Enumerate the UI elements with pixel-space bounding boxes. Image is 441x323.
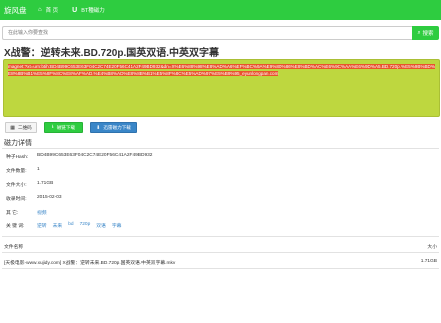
thunder-download-icon: ⬇ <box>96 124 101 131</box>
download-icon: ⭳ <box>51 123 54 130</box>
info-label: 文件数量: <box>6 169 27 174</box>
info-label: 其 它: <box>6 211 19 216</box>
nav-home[interactable]: ⌂ 首 页 <box>38 6 58 14</box>
qr-code-label: 二维码 <box>17 124 32 130</box>
file-name-header: 文件名称 <box>4 245 24 250</box>
info-label: 关 键 词: <box>6 224 25 229</box>
keyword-link[interactable]: 未来 <box>53 222 63 229</box>
category-link[interactable]: 视频 <box>37 209 47 216</box>
nav-home-label: 首 页 <box>45 8 59 14</box>
info-label: 收录时间: <box>6 197 27 202</box>
info-row-file-size: 文件大小: 1.71GB <box>6 181 53 188</box>
u-icon: U <box>72 6 78 14</box>
page-title: X战警：逆转未来.BD.720p.国英双语.中英双字幕 <box>4 48 220 59</box>
info-label: 文件大小: <box>6 183 27 188</box>
search-input[interactable] <box>2 26 412 40</box>
magnet-link-text[interactable]: magnet:?xt=urn:btih:BD4B99C653E63F04C2C7… <box>8 64 435 77</box>
site-logo[interactable]: 旋风盘 <box>4 5 34 16</box>
qr-code-icon: ▦ <box>10 124 15 131</box>
keyword-link[interactable]: 字幕 <box>112 222 122 229</box>
divider <box>2 148 439 149</box>
divider <box>2 268 439 269</box>
divider <box>2 252 439 253</box>
keyword-link[interactable]: 720p <box>80 222 91 229</box>
info-row-keywords: 关 键 词: 逆转 未来 bd 720p 双语 字幕 <box>6 222 127 229</box>
info-row-indexed-time: 收录时间: 2015-02-03 <box>6 195 62 202</box>
home-icon: ⌂ <box>38 7 42 13</box>
magnet-download-button[interactable]: ⭳ 磁链下载 <box>44 122 83 133</box>
keyword-link[interactable]: bd <box>68 222 73 229</box>
info-value: 1 <box>37 167 40 172</box>
file-size-header: 大小 <box>427 245 437 250</box>
action-buttons: ▦ 二维码 ⭳ 磁链下载 ⬇ 迅雷磁力下载 <box>5 122 144 133</box>
thunder-download-button[interactable]: ⬇ 迅雷磁力下载 <box>90 122 137 133</box>
info-row-file-count: 文件数量: 1 <box>6 167 40 174</box>
info-value: BD4B99C653E63F04C2C74E20F56C41A2F49BD932 <box>37 153 153 158</box>
nav-bt-magnet[interactable]: U BT種磁力 <box>72 6 105 15</box>
qr-code-button[interactable]: ▦ 二维码 <box>5 122 37 133</box>
search-bar: ⌕ 搜索 <box>2 26 439 40</box>
nav-bt-label: BT種磁力 <box>81 8 105 14</box>
magnet-download-label: 磁链下载 <box>56 124 76 130</box>
top-navbar: 旋风盘 ⌂ 首 页 U BT種磁力 <box>0 0 441 20</box>
info-row-hash: 种子Hash: BD4B99C653E63F04C2C74E20F56C41A2… <box>6 153 152 160</box>
keyword-link[interactable]: 逆转 <box>37 222 47 229</box>
divider <box>2 236 439 237</box>
info-label: 种子Hash: <box>6 155 29 160</box>
info-row-other: 其 它: 视频 <box>6 209 53 216</box>
keyword-link[interactable]: 双语 <box>96 222 106 229</box>
magnet-link-box[interactable]: magnet:?xt=urn:btih:BD4B99C653E63F04C2C7… <box>3 59 440 117</box>
file-row: [天极电影-www.xujidy.com] X战警：逆转未来.BD.720p.国… <box>4 259 437 266</box>
file-list-header: 文件名称 大小 <box>4 243 437 250</box>
file-name: [天极电影-www.xujidy.com] X战警：逆转未来.BD.720p.国… <box>4 261 176 266</box>
info-value: 2015-02-03 <box>37 195 62 200</box>
search-icon: ⌕ <box>417 29 421 36</box>
search-button[interactable]: ⌕ 搜索 <box>412 26 439 40</box>
file-size: 1.71GB <box>420 259 437 264</box>
details-section-title: 磁力详情 <box>4 140 32 147</box>
search-button-label: 搜索 <box>422 31 434 37</box>
info-value: 1.71GB <box>37 181 54 186</box>
thunder-download-label: 迅雷磁力下载 <box>103 124 131 130</box>
